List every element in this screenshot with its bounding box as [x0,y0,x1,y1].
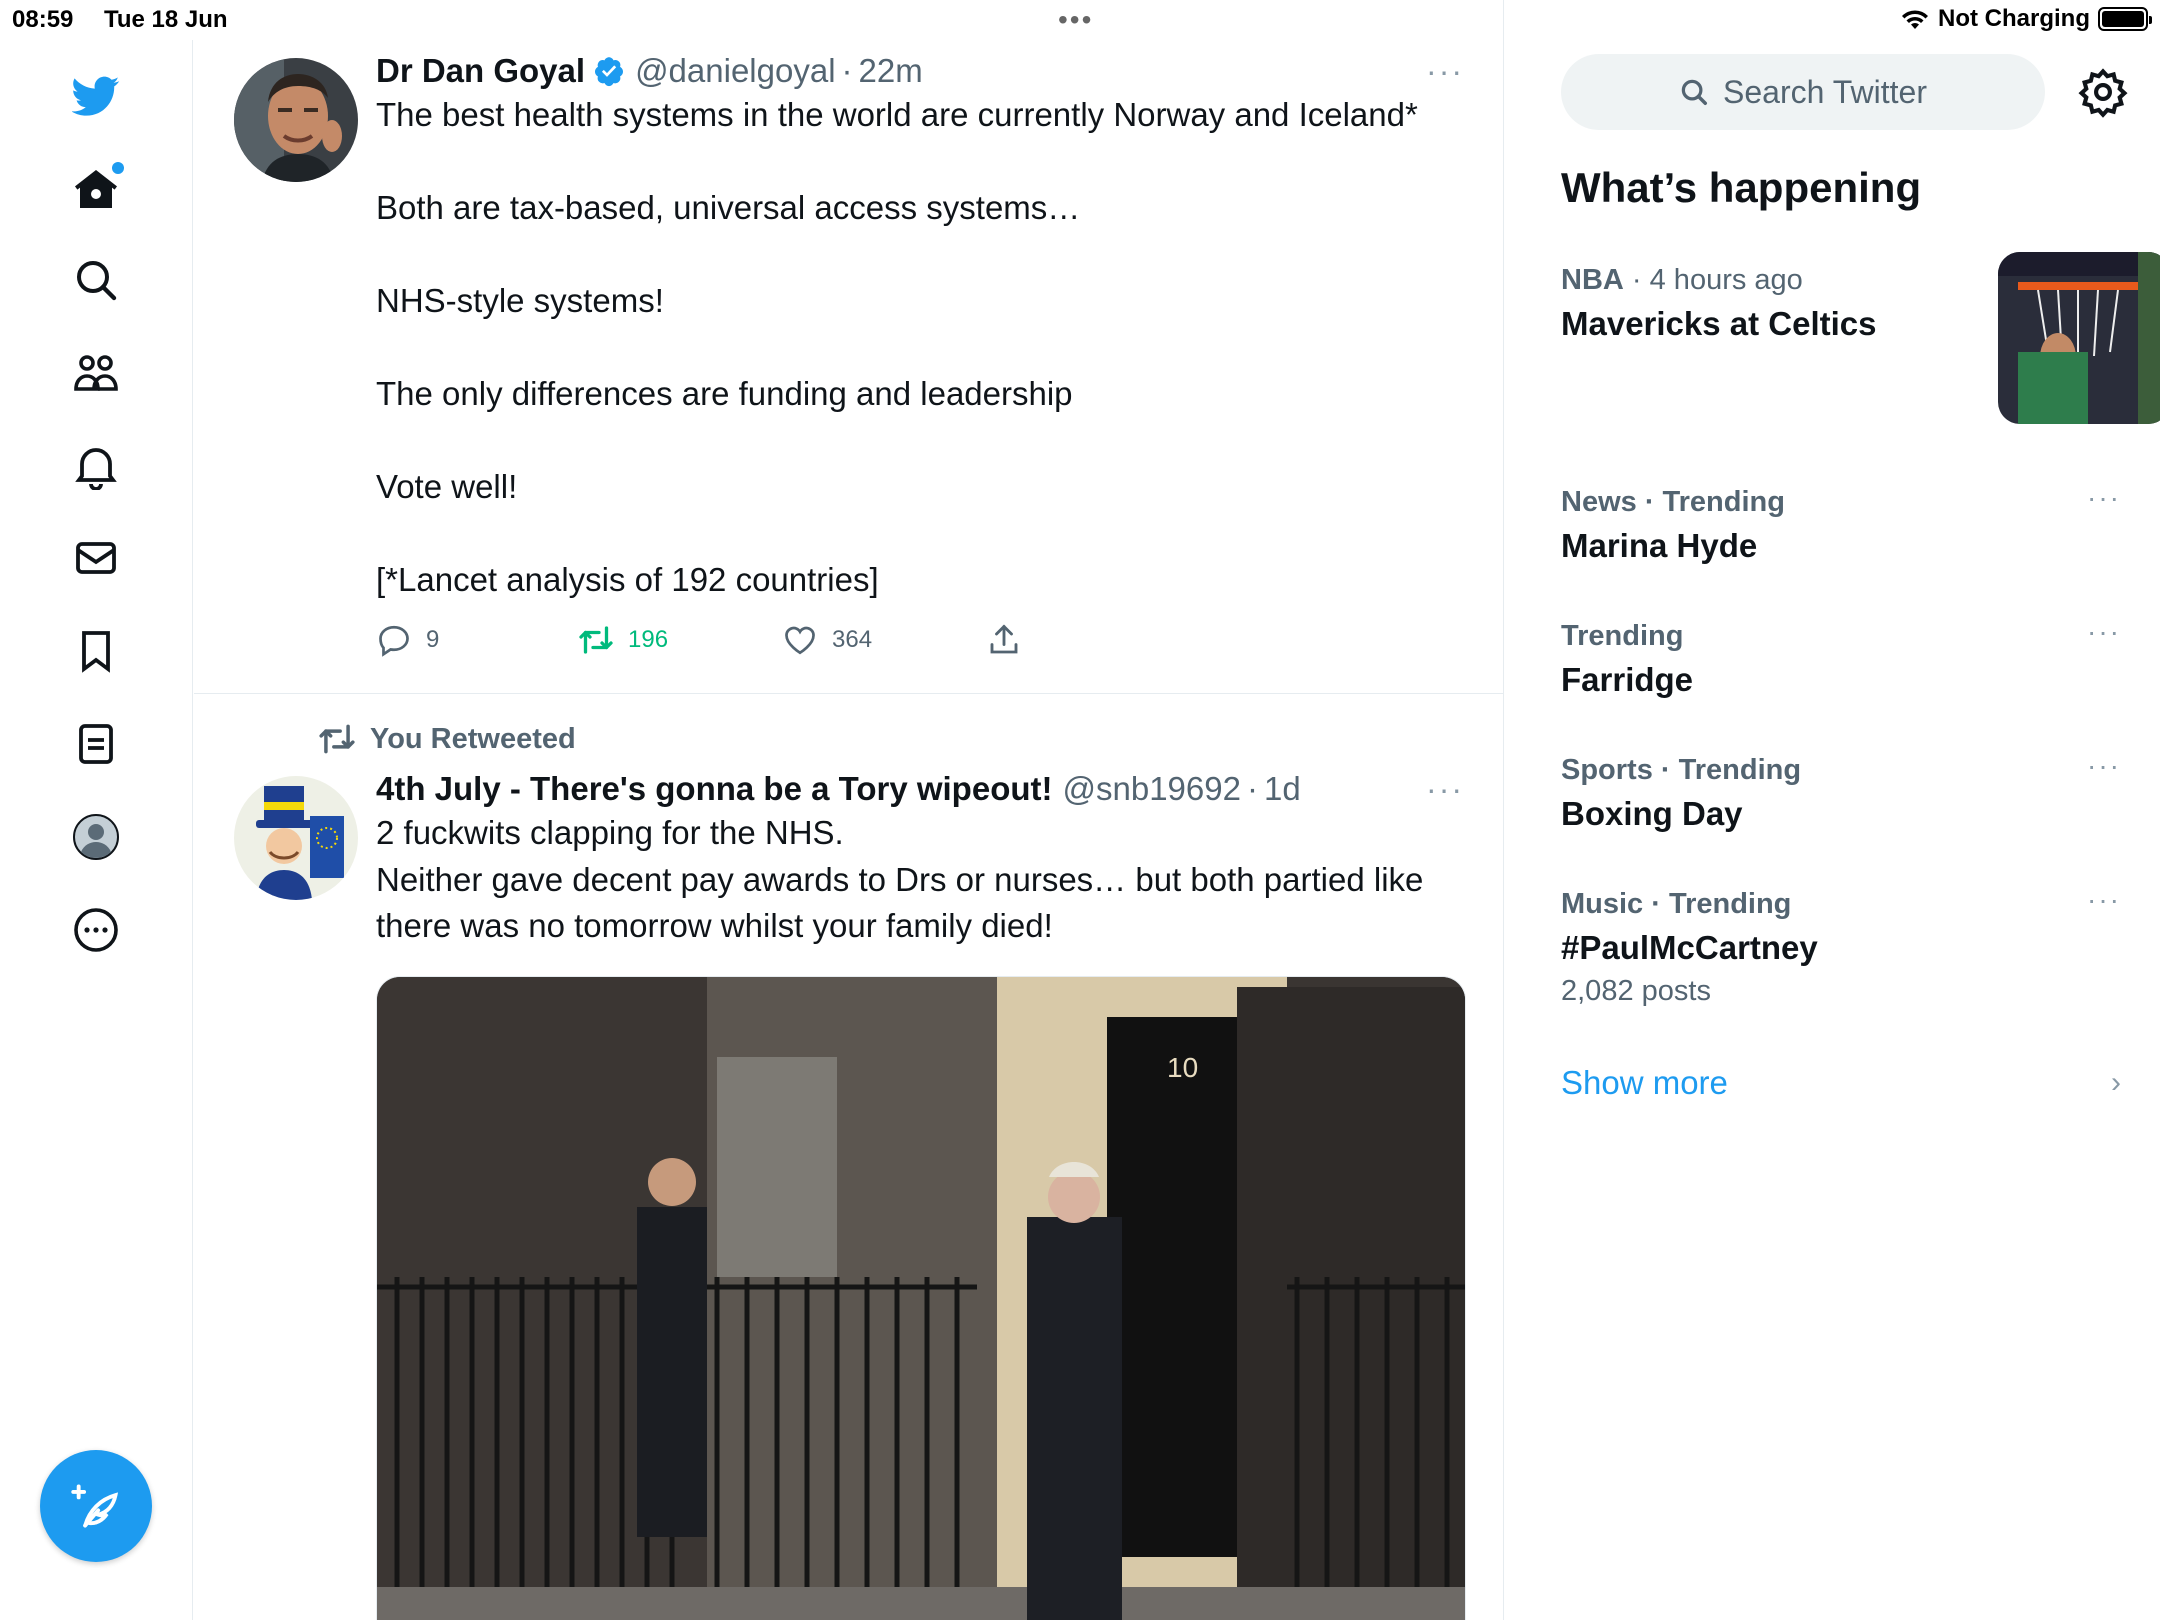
trend-item[interactable]: News · Trending Marina Hyde ··· [1561,482,2121,565]
lists-icon[interactable] [66,714,126,774]
status-time: 08:59 [12,6,74,33]
left-nav [0,40,193,1620]
trend-item[interactable]: Music · Trending #PaulMcCartney 2,082 po… [1561,884,2121,1008]
tweet-timestamp[interactable]: 22m [859,52,923,90]
tweet-more-options-icon[interactable]: ··· [1426,771,1464,808]
home-icon[interactable] [66,160,126,220]
more-circle-icon[interactable] [66,900,126,960]
compose-tweet-button[interactable] [40,1450,152,1562]
home-notification-dot [112,162,124,174]
tweet-media-video[interactable]: 10 [376,976,1466,1620]
timeline: Dr Dan Goyal @danielgoyal · 22m ··· The … [194,0,1504,1620]
tweet-snb19692[interactable]: You Retweeted 4th July - There's gonna b… [194,694,1503,1620]
communities-icon[interactable] [66,343,126,403]
tweet-more-options-icon[interactable]: ··· [1426,53,1464,90]
profile-avatar-icon[interactable] [66,807,126,867]
like-count: 364 [832,626,873,653]
trend-title: #PaulMcCartney [1561,929,1818,966]
twitter-logo-icon[interactable] [66,66,126,126]
share-button[interactable] [986,622,1022,658]
retweet-icon [579,626,613,654]
retweet-context-icon [319,724,355,754]
trend-item[interactable]: Sports · Trending Boxing Day ··· [1561,750,2121,833]
like-button[interactable]: 364 [782,622,986,658]
retweet-count: 196 [628,626,669,653]
tweet-body: Dr Dan Goyal @danielgoyal · 22m ··· The … [376,52,1464,604]
tweet-author-handle[interactable]: @snb19692 [1062,770,1240,808]
trend-item[interactable]: Trending Farridge ··· [1561,616,2121,699]
retweet-button[interactable]: 196 [578,622,782,658]
tweet-text: The best health systems in the world are… [376,96,1418,598]
tweet-author-name[interactable]: 4th July - There's gonna be a Tory wipeo… [376,770,1052,808]
tweet-author-name[interactable]: Dr Dan Goyal [376,52,585,90]
bookmarks-icon[interactable] [66,621,126,681]
trend-title: Marina Hyde [1561,527,1758,564]
tweet-timestamp[interactable]: 1d [1264,770,1301,808]
tweet-text: 2 fuckwits clapping for the NHS. Neither… [376,814,1424,944]
tweet-dan-goyal[interactable]: Dr Dan Goyal @danielgoyal · 22m ··· The … [194,0,1503,694]
tweet-header: 4th July - There's gonna be a Tory wipeo… [376,770,1464,808]
search-icon [1681,79,1708,105]
trend-meta: News · Trending [1561,486,1785,518]
share-icon [990,624,1018,654]
trend-more-icon[interactable]: ··· [2087,750,2121,782]
trend-thumbnail[interactable] [1998,252,2160,424]
tweet-author-avatar[interactable] [234,58,358,182]
compose-feather-icon [71,1484,119,1528]
tweet-author-handle[interactable]: @danielgoyal [635,52,835,90]
retweet-context: You Retweeted [318,720,576,758]
search-twitter-field[interactable]: Search Twitter [1561,54,2045,130]
trend-title: Boxing Day [1561,795,1743,832]
trend-meta: Music · Trending [1561,888,1792,920]
whats-happening-heading: What’s happening [1561,164,1922,211]
trend-item[interactable]: NBA · 4 hours ago Mavericks at Celtics [1561,252,2160,424]
trend-more-icon[interactable]: ··· [2087,482,2121,514]
search-icon[interactable] [66,250,126,310]
tweet-author-avatar[interactable] [234,776,358,900]
heart-icon [785,626,815,655]
right-sidebar: Search Twitter What’s happening NBA · 4 … [1505,0,2160,1620]
reply-button[interactable]: 9 [376,622,578,658]
chevron-right-icon: › [2111,1066,2121,1099]
tweet-header: Dr Dan Goyal @danielgoyal · 22m ··· [376,52,1464,90]
show-more-link[interactable]: Show more › [1561,1064,2121,1102]
trend-more-icon[interactable]: ··· [2087,884,2121,916]
trend-meta: Trending [1561,620,1684,652]
verified-badge-icon [595,57,624,87]
notifications-bell-icon[interactable] [66,436,126,496]
reply-count: 9 [426,626,440,653]
show-more-label: Show more [1561,1064,1728,1101]
trend-title: Farridge [1561,661,1694,698]
trend-more-icon[interactable]: ··· [2087,616,2121,648]
reply-icon [379,625,409,657]
trend-post-count: 2,082 posts [1561,975,1711,1007]
settings-gear-icon[interactable] [2077,66,2129,118]
media-door-number: 10 [1167,1052,1198,1083]
trend-meta: Sports · Trending [1561,754,1802,786]
tweet-actions: 9 196 364 [376,622,1022,658]
retweet-context-text: You Retweeted [370,722,576,755]
messages-envelope-icon[interactable] [66,528,126,588]
tweet-body: 4th July - There's gonna be a Tory wipeo… [376,770,1464,950]
search-placeholder: Search Twitter [1723,73,1927,110]
